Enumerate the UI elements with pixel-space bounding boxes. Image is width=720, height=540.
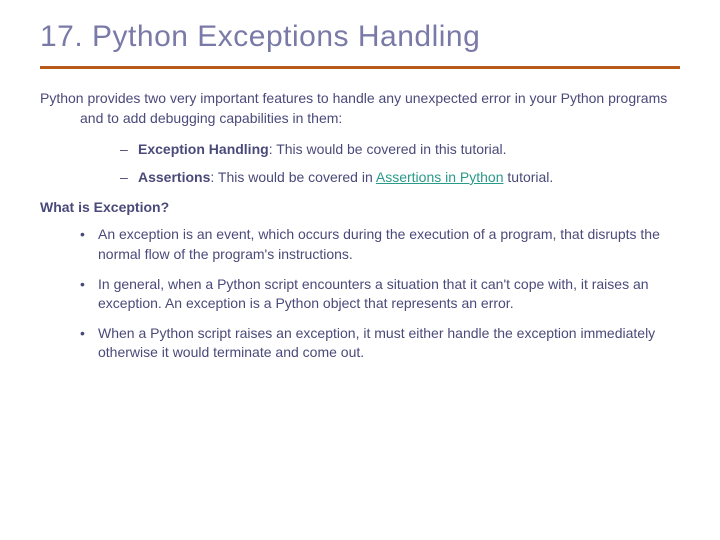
sublist-item-exception-handling: Exception Handling: This would be covere… [120,140,680,160]
assertions-link[interactable]: Assertions in Python [376,169,504,185]
feature-desc: : This would be covered in this tutorial… [269,141,507,157]
section-heading: What is Exception? [40,199,680,215]
intro-paragraph: Python provides two very important featu… [40,89,680,128]
feature-name: Exception Handling [138,141,269,157]
feature-name: Assertions [138,169,210,185]
slide-title: 17. Python Exceptions Handling [40,20,680,54]
title-divider [40,66,680,69]
feature-sublist: Exception Handling: This would be covere… [120,140,680,187]
feature-desc-before: : This would be covered in [210,169,376,185]
bullet-item: An exception is an event, which occurs d… [80,225,680,264]
sublist-item-assertions: Assertions: This would be covered in Ass… [120,168,680,188]
bullet-item: When a Python script raises an exception… [80,324,680,363]
bullet-list: An exception is an event, which occurs d… [80,225,680,363]
feature-desc-after: tutorial. [504,169,554,185]
bullet-item: In general, when a Python script encount… [80,275,680,314]
